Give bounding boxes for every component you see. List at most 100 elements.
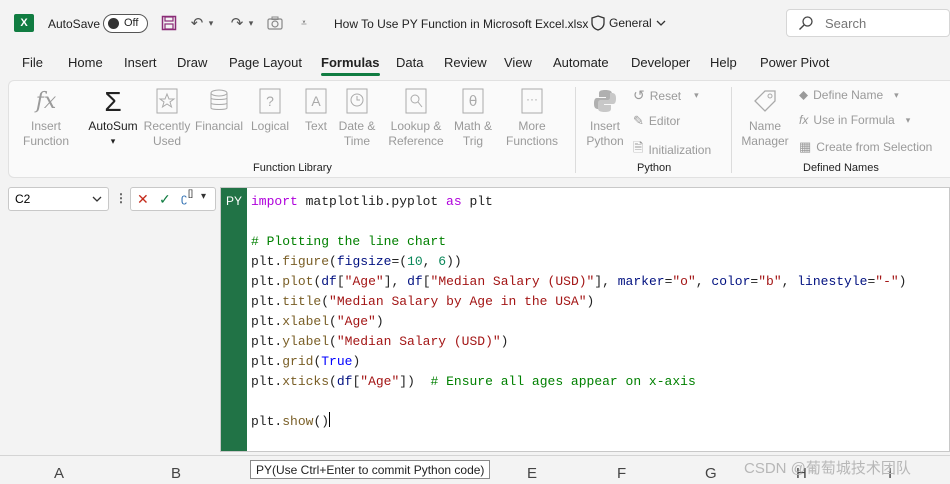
svg-text:?: ? (266, 93, 274, 109)
search-icon (799, 16, 813, 30)
math-trig-label: Math & Trig (453, 119, 492, 148)
tab-review[interactable]: Review (444, 55, 487, 70)
clock-icon (343, 87, 371, 115)
more-options-icon[interactable]: ⋮ (115, 191, 127, 205)
cancel-icon[interactable]: ✕ (137, 191, 149, 208)
undo-dropdown-icon[interactable]: ▾ (206, 12, 216, 34)
more-functions-button[interactable]: ··· More Functions (502, 87, 562, 149)
text-button[interactable]: A Text (297, 87, 335, 134)
name-box[interactable] (8, 187, 109, 211)
function-icon: fx (799, 113, 809, 127)
math-trig-button[interactable]: θ Math & Trig (450, 87, 496, 149)
column-header[interactable]: E (527, 465, 537, 482)
code-line[interactable]: plt.ylabel("Median Salary (USD)") (251, 332, 906, 352)
tab-help[interactable]: Help (710, 55, 737, 70)
search-input[interactable] (825, 16, 935, 31)
name-manager-button[interactable]: Name Manager (739, 87, 791, 149)
create-from-selection-label: Create from Selection (816, 140, 933, 154)
code-line[interactable]: plt.plot(df["Age"], df["Median Salary (U… (251, 272, 906, 292)
search-box[interactable] (786, 9, 950, 37)
use-in-formula-button[interactable]: fx Use in Formula ▾ (799, 113, 910, 127)
lookup-reference-label: Lookup & Reference (388, 119, 444, 148)
code-line[interactable]: import matplotlib.pyplot as plt (251, 192, 906, 212)
tab-view[interactable]: View (504, 55, 532, 70)
save-icon[interactable] (158, 12, 180, 34)
chevron-down-icon[interactable]: ▾ (201, 191, 206, 202)
python-icon (591, 87, 619, 115)
tab-automate[interactable]: Automate (553, 55, 609, 70)
column-header[interactable]: A (54, 465, 64, 482)
text-book-icon: A (302, 87, 330, 115)
autosum-button[interactable]: Σ AutoSum ▾ (83, 87, 143, 149)
logical-button[interactable]: ? Logical (246, 87, 294, 134)
tag-icon (751, 87, 779, 115)
initialization-button[interactable]: 🗎 Initialization (633, 139, 711, 161)
recently-used-button[interactable]: Recently Used (143, 87, 191, 149)
python-code-editor[interactable]: PY import matplotlib.pyplot as plt​# Plo… (220, 187, 950, 452)
code-line[interactable]: ​ (251, 212, 906, 232)
tab-home[interactable]: Home (68, 55, 103, 70)
name-manager-label: Name Manager (741, 119, 789, 148)
more-book-icon: ··· (518, 87, 546, 115)
use-in-formula-label: Use in Formula (813, 113, 895, 127)
insert-function-label: Insert Function (22, 119, 70, 148)
question-book-icon: ? (256, 87, 284, 115)
star-icon (153, 87, 181, 115)
enter-icon[interactable]: ✓ (159, 191, 171, 208)
code-line[interactable]: plt.grid(True) (251, 352, 906, 372)
date-time-label: Date & Time (338, 119, 376, 148)
code-line[interactable]: plt.title("Median Salary by Age in the U… (251, 292, 906, 312)
code-line[interactable]: plt.xticks(df["Age"]) # Ensure all ages … (251, 372, 906, 392)
column-header[interactable]: F (617, 465, 626, 482)
tab-formulas[interactable]: Formulas (321, 55, 380, 76)
autosum-label: AutoSum (88, 119, 138, 133)
autosave-toggle[interactable]: Off (103, 14, 148, 33)
text-cursor (329, 412, 331, 427)
chevron-down-icon: ▾ (110, 136, 116, 146)
column-header[interactable]: B (171, 465, 181, 482)
sensitivity-button[interactable]: General (591, 15, 666, 31)
ribbon-tabs: File Home Insert Draw Page Layout Formul… (0, 50, 950, 78)
function-library-group-label: Function Library (253, 162, 332, 174)
code-line[interactable]: # Plotting the line chart (251, 232, 906, 252)
tab-power-pivot[interactable]: Power Pivot (760, 55, 829, 70)
tab-developer[interactable]: Developer (631, 55, 690, 70)
create-from-selection-button[interactable]: ▦ Create from Selection (799, 139, 932, 155)
lookup-reference-button[interactable]: Lookup & Reference (385, 87, 447, 149)
financial-button[interactable]: Financial (194, 87, 244, 134)
code-line[interactable]: plt.show() (251, 412, 906, 432)
customize-toolbar-icon[interactable]: ⩡ (293, 12, 315, 34)
tab-page-layout[interactable]: Page Layout (229, 55, 302, 70)
insert-function-button[interactable]: fx Insert Function (17, 87, 75, 149)
pencil-icon: ✎ (633, 113, 644, 128)
reset-button[interactable]: ↺ Reset ▾ (633, 87, 699, 104)
column-header[interactable]: G (705, 465, 717, 482)
document-title: How To Use PY Function in Microsoft Exce… (334, 17, 589, 31)
tab-insert[interactable]: Insert (124, 55, 157, 70)
insert-python-button[interactable]: Insert Python (583, 87, 627, 149)
reset-label: Reset (649, 88, 682, 103)
formula-controls: ✕ ✓ ʗ [] ▾ (130, 187, 216, 211)
undo-icon[interactable]: ↶ (186, 12, 208, 34)
reset-icon: ↺ (633, 87, 645, 103)
chevron-down-icon: ▾ (905, 114, 911, 125)
date-time-button[interactable]: Date & Time (335, 87, 379, 149)
redo-dropdown-icon[interactable]: ▾ (246, 12, 256, 34)
camera-icon[interactable] (264, 12, 286, 34)
chevron-down-icon (656, 20, 666, 26)
code-line[interactable]: plt.xlabel("Age") (251, 312, 906, 332)
python-mode-icon[interactable]: ʗ (181, 191, 187, 205)
name-box-input[interactable] (15, 192, 85, 206)
redo-icon[interactable]: ↷ (226, 12, 248, 34)
excel-logo-icon: X (14, 14, 34, 32)
tab-file[interactable]: File (22, 55, 43, 70)
tab-data[interactable]: Data (396, 55, 423, 70)
code-line[interactable]: plt.figure(figsize=(10, 6)) (251, 252, 906, 272)
tab-draw[interactable]: Draw (177, 55, 207, 70)
editor-button[interactable]: ✎ Editor (633, 113, 680, 129)
python-group-label: Python (637, 162, 672, 174)
python-code[interactable]: import matplotlib.pyplot as plt​# Plotti… (251, 192, 906, 432)
insert-python-label: Insert Python (586, 119, 624, 148)
code-line[interactable]: ​ (251, 392, 906, 412)
define-name-button[interactable]: ⬥ Define Name ▾ (799, 87, 899, 103)
